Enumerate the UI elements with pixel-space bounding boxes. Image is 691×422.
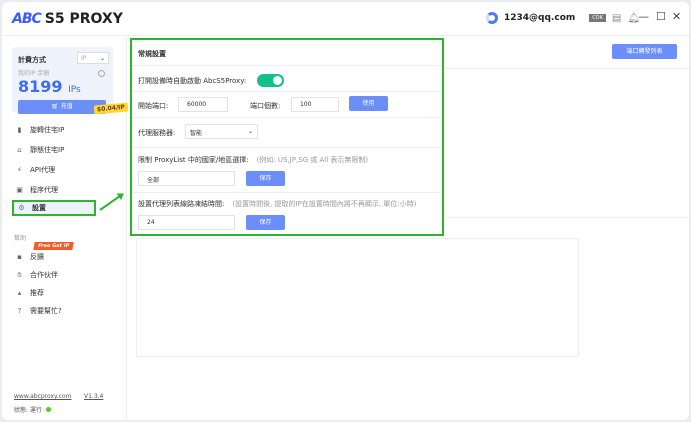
help-title: 幫助: [14, 235, 27, 242]
billing-label: 計費方式: [18, 56, 46, 64]
general-settings-panel: 常規設置 打開設備時自動啟動 AbcS5Proxy: 開始端口: 60000 端…: [130, 38, 444, 236]
chevron-down-icon: ⌄: [247, 128, 253, 135]
sidebar-item-api-proxy[interactable]: ⚡︎ API代理: [12, 162, 114, 178]
start-port-input[interactable]: 60000: [178, 97, 228, 112]
feedback-icon: ▪: [17, 253, 22, 261]
status-dot: [45, 407, 51, 412]
version: V1.3.4: [84, 393, 104, 400]
sidebar-item-program-proxy[interactable]: ▣ 程序代理: [12, 182, 114, 198]
sidebar-item-help[interactable]: ? 需要幫忙?: [12, 303, 114, 319]
plug-icon: ⚡︎: [17, 166, 22, 174]
header: ABC S5 PROXY 1234@qq.com CDK ▤ 🔔︎ — ☐ ✕: [2, 2, 689, 36]
proxy-server-select[interactable]: 智能 ⌄: [185, 124, 258, 139]
sidebar-item-settings[interactable]: ⚙ 設置: [12, 200, 96, 216]
sidebar-item-feedback[interactable]: ▪ 反饋: [12, 249, 114, 265]
user-area[interactable]: 1234@qq.com CDK ▤ 🔔︎: [486, 12, 640, 24]
save-country-button[interactable]: 保存: [246, 171, 285, 186]
minimize-icon[interactable]: —: [638, 10, 649, 23]
autostart-toggle[interactable]: [257, 74, 284, 87]
start-port-label: 開始端口:: [138, 102, 169, 110]
country-input[interactable]: 全部: [138, 171, 235, 186]
home-icon: ⌂: [17, 146, 22, 154]
sidebar-item-rotating-ip[interactable]: ▮ 旋轉住宅IP: [12, 122, 114, 138]
divider: [445, 68, 689, 69]
save-freeze-button[interactable]: 保存: [246, 215, 285, 230]
proxy-server-label: 代理服務器:: [138, 129, 176, 137]
country-label: 限制 ProxyList 中的國家/地區選擇: (例如: US,JP,SG 或 A…: [138, 156, 369, 164]
freeze-label: 設置代理列表線路凍結時間: (設置時間後, 提取的IP在設置時間內將不再顯示, 單…: [138, 200, 417, 208]
ip-balance: 8199 IPs: [18, 77, 81, 96]
translate-icon[interactable]: ▤: [612, 13, 621, 24]
sidebar-item-partners[interactable]: ✋︎ 合作伙伴: [12, 267, 114, 283]
cart-icon: 🛒︎: [51, 103, 61, 110]
maximize-icon[interactable]: ☐: [656, 10, 666, 23]
price-badge: $0.04/IP: [93, 102, 129, 115]
port-forward-list-button[interactable]: 端口轉發列表: [612, 44, 677, 59]
port-count-label: 端口個數:: [250, 102, 281, 110]
question-icon: ?: [17, 307, 22, 315]
gear-icon: ⚙: [18, 204, 25, 212]
cdk-button[interactable]: CDK: [589, 14, 606, 22]
chevron-down-icon: ⌄: [99, 55, 105, 62]
app-window: ABC S5 PROXY 1234@qq.com CDK ▤ 🔔︎ — ☐ ✕ 計…: [2, 2, 689, 420]
divider: [445, 217, 689, 218]
avatar[interactable]: [486, 12, 498, 24]
sidebar-item-static-ip[interactable]: ⌂ 靜態住宅IP: [12, 142, 114, 158]
app-icon: ▣: [16, 186, 23, 194]
sidebar: 計費方式 IP ⌄ 我的IP 余額 8199 IPs 🛒︎ 充值 $0.04/IP…: [2, 37, 129, 420]
autostart-label: 打開設備時自動啟動 AbcS5Proxy:: [138, 77, 247, 85]
panel-title: 常規設置: [138, 50, 166, 58]
balance-card: 計費方式 IP ⌄ 我的IP 余額 8199 IPs 🛒︎ 充值 $0.04/IP: [12, 47, 129, 115]
refresh-icon[interactable]: [98, 70, 105, 77]
status: 狀態: 運行: [14, 405, 51, 414]
website-link[interactable]: www.abcproxy.com: [14, 393, 71, 400]
log-textarea[interactable]: [136, 238, 579, 357]
port-count-input[interactable]: 100: [291, 97, 339, 112]
remaining-label: 我的IP 余額: [18, 70, 50, 77]
thumbs-up-icon: ▴: [17, 289, 22, 297]
apply-button[interactable]: 使用: [349, 96, 388, 111]
billing-select[interactable]: IP ⌄: [77, 52, 109, 64]
close-icon[interactable]: ✕: [672, 10, 681, 23]
freeze-time-input[interactable]: 24: [138, 215, 235, 230]
logo: ABC S5 PROXY: [12, 11, 123, 27]
sidebar-item-referral[interactable]: ▴ 推荐: [12, 285, 114, 301]
user-email[interactable]: 1234@qq.com: [504, 13, 575, 23]
recharge-button[interactable]: 🛒︎ 充值: [18, 100, 106, 114]
handshake-icon: ✋︎: [17, 270, 22, 279]
phone-icon: ▮: [17, 126, 22, 134]
